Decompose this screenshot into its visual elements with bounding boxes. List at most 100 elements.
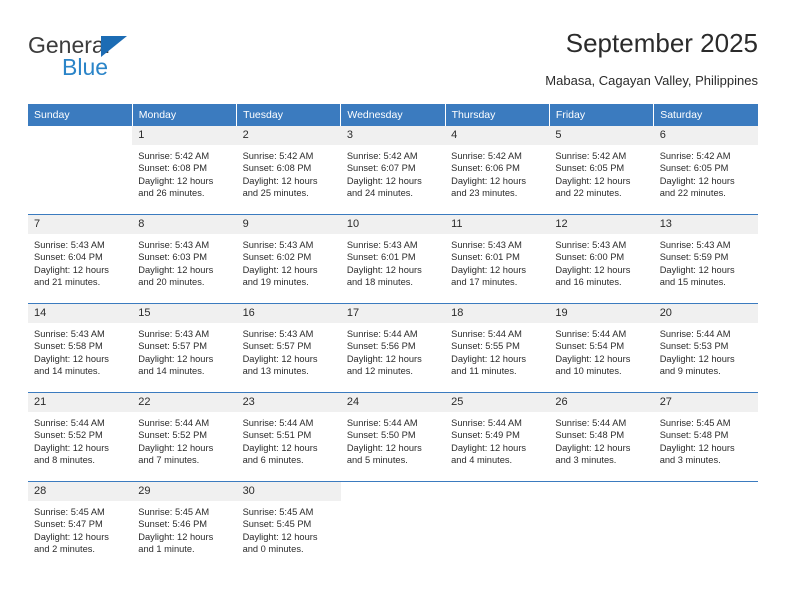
calendar-day-cell[interactable]: 25 Sunrise: 5:44 AM Sunset: 5:49 PM Dayligh… xyxy=(445,392,550,482)
daylight-line-1: Daylight: 12 hours xyxy=(242,175,318,186)
calendar-day-cell[interactable]: 1 Sunrise: 5:42 AM Sunset: 6:08 PM Daylight… xyxy=(132,125,237,215)
daylight-line-1: Daylight: 12 hours xyxy=(659,353,735,364)
calendar-day-cell[interactable]: 8 Sunrise: 5:43 AM Sunset: 6:03 PM Daylight… xyxy=(132,214,237,304)
calendar-day-cell[interactable]: 4 Sunrise: 5:42 AM Sunset: 6:06 PM Daylight… xyxy=(445,125,550,215)
sunrise-line: Sunrise: 5:44 AM xyxy=(34,418,105,428)
daylight-line-2: and 24 minutes. xyxy=(346,188,413,199)
sunrise-line: Sunrise: 5:42 AM xyxy=(451,151,522,161)
calendar-day-cell[interactable]: 27 Sunrise: 5:45 AM Sunset: 5:48 PM Dayligh… xyxy=(653,392,758,482)
calendar-day-cell xyxy=(28,125,133,215)
day-number: 17 xyxy=(340,304,446,323)
calendar-day-cell[interactable]: 22 Sunrise: 5:44 AM Sunset: 5:52 PM Dayligh… xyxy=(132,392,237,482)
sunset-line: Sunset: 6:05 PM xyxy=(555,163,625,174)
sunset-line: Sunset: 5:57 PM xyxy=(242,341,312,352)
calendar-day-cell[interactable]: 23 Sunrise: 5:44 AM Sunset: 5:51 PM Dayligh… xyxy=(236,392,341,482)
calendar-day-cell[interactable]: 24 Sunrise: 5:44 AM Sunset: 5:50 PM Dayligh… xyxy=(340,392,446,482)
sunrise-line: Sunrise: 5:42 AM xyxy=(346,151,418,161)
daylight-line-1: Daylight: 12 hours xyxy=(346,175,422,186)
calendar-day-cell[interactable]: 3 Sunrise: 5:42 AM Sunset: 6:07 PM Daylight… xyxy=(340,125,446,215)
daylight-line-2: and 5 minutes. xyxy=(346,455,408,466)
calendar-day-cell[interactable]: 28 Sunrise: 5:45 AM Sunset: 5:47 PM Dayligh… xyxy=(28,481,133,570)
calendar-day-cell[interactable]: 20 Sunrise: 5:44 AM Sunset: 5:53 PM Dayligh… xyxy=(653,303,758,393)
calendar-day-cell[interactable]: 29 Sunrise: 5:45 AM Sunset: 5:46 PM Dayligh… xyxy=(132,481,237,570)
day-cell-content: 27 Sunrise: 5:45 AM Sunset: 5:48 PM Dayligh… xyxy=(653,393,758,481)
sunset-line: Sunset: 5:58 PM xyxy=(34,341,103,352)
daylight-line-2: and 1 minute. xyxy=(138,544,195,555)
day-number: 16 xyxy=(236,304,341,323)
day-cell-content: 26 Sunrise: 5:44 AM Sunset: 5:48 PM Dayligh… xyxy=(549,393,654,481)
calendar-day-cell[interactable]: 26 Sunrise: 5:44 AM Sunset: 5:48 PM Dayligh… xyxy=(549,392,654,482)
day-cell-content: 3 Sunrise: 5:42 AM Sunset: 6:07 PM Daylight… xyxy=(340,126,446,214)
calendar-day-cell[interactable]: 21 Sunrise: 5:44 AM Sunset: 5:52 PM Dayligh… xyxy=(28,392,133,482)
calendar-day-cell[interactable]: 30 Sunrise: 5:45 AM Sunset: 5:45 PM Dayligh… xyxy=(236,481,341,570)
sunrise-line: Sunrise: 5:44 AM xyxy=(555,418,627,428)
daylight-line-2: and 8 minutes. xyxy=(34,455,95,466)
daylight-line-2: and 25 minutes. xyxy=(242,188,309,199)
daylight-line-2: and 19 minutes. xyxy=(242,277,309,288)
calendar-day-cell[interactable]: 10 Sunrise: 5:43 AM Sunset: 6:01 PM Dayligh… xyxy=(340,214,446,304)
sunset-line: Sunset: 6:01 PM xyxy=(346,252,416,263)
daylight-line-2: and 3 minutes. xyxy=(659,455,721,466)
sunrise-line: Sunrise: 5:42 AM xyxy=(242,151,314,161)
day-cell-content xyxy=(549,482,653,570)
calendar-day-cell[interactable]: 19 Sunrise: 5:44 AM Sunset: 5:54 PM Dayligh… xyxy=(549,303,654,393)
weekday-header-tuesday: Tuesday xyxy=(236,104,342,126)
calendar-day-cell[interactable]: 16 Sunrise: 5:43 AM Sunset: 5:57 PM Dayligh… xyxy=(236,303,341,393)
day-details: Sunrise: 5:43 AM Sunset: 6:01 PM Daylight:… xyxy=(445,234,549,289)
sunrise-line: Sunrise: 5:44 AM xyxy=(451,418,522,428)
day-number: 3 xyxy=(340,126,446,145)
weekday-header-monday: Monday xyxy=(132,104,238,126)
day-cell-content: 22 Sunrise: 5:44 AM Sunset: 5:52 PM Dayligh… xyxy=(132,393,237,481)
sunrise-line: Sunrise: 5:43 AM xyxy=(555,240,627,250)
sunrise-line: Sunrise: 5:45 AM xyxy=(138,507,210,517)
calendar-day-cell[interactable]: 14 Sunrise: 5:43 AM Sunset: 5:58 PM Dayligh… xyxy=(28,303,133,393)
day-number: 29 xyxy=(132,482,237,501)
day-details: Sunrise: 5:42 AM Sunset: 6:06 PM Daylight:… xyxy=(445,145,549,200)
calendar-day-cell[interactable]: 9 Sunrise: 5:43 AM Sunset: 6:02 PM Daylight… xyxy=(236,214,341,304)
sunset-line: Sunset: 5:47 PM xyxy=(34,519,103,530)
daylight-line-2: and 3 minutes. xyxy=(555,455,617,466)
general-blue-logo[interactable]: General Blue xyxy=(28,32,148,82)
day-number: 26 xyxy=(549,393,654,412)
sunset-line: Sunset: 6:06 PM xyxy=(451,163,520,174)
day-cell-content: 11 Sunrise: 5:43 AM Sunset: 6:01 PM Dayligh… xyxy=(445,215,550,303)
daylight-line-1: Daylight: 12 hours xyxy=(138,175,214,186)
day-number: 11 xyxy=(445,215,550,234)
daylight-line-2: and 2 minutes. xyxy=(34,544,95,555)
day-number: 10 xyxy=(340,215,446,234)
calendar-week-row: 28 Sunrise: 5:45 AM Sunset: 5:47 PM Dayligh… xyxy=(28,481,758,570)
sunrise-line: Sunrise: 5:43 AM xyxy=(34,329,105,339)
daylight-line-1: Daylight: 12 hours xyxy=(34,442,109,453)
calendar-day-cell[interactable]: 7 Sunrise: 5:43 AM Sunset: 6:04 PM Daylight… xyxy=(28,214,133,304)
sunset-line: Sunset: 6:05 PM xyxy=(659,163,729,174)
calendar-day-cell[interactable]: 11 Sunrise: 5:43 AM Sunset: 6:01 PM Dayligh… xyxy=(445,214,550,304)
calendar-day-cell[interactable]: 2 Sunrise: 5:42 AM Sunset: 6:08 PM Daylight… xyxy=(236,125,341,215)
calendar-day-cell[interactable]: 17 Sunrise: 5:44 AM Sunset: 5:56 PM Dayligh… xyxy=(340,303,446,393)
day-number: 8 xyxy=(132,215,237,234)
daylight-line-1: Daylight: 12 hours xyxy=(346,264,422,275)
day-number xyxy=(654,482,758,501)
calendar-day-cell[interactable]: 15 Sunrise: 5:43 AM Sunset: 5:57 PM Dayligh… xyxy=(132,303,237,393)
calendar-day-cell[interactable]: 5 Sunrise: 5:42 AM Sunset: 6:05 PM Daylight… xyxy=(549,125,654,215)
sunrise-line: Sunrise: 5:44 AM xyxy=(138,418,210,428)
day-number: 6 xyxy=(653,126,758,145)
day-details: Sunrise: 5:42 AM Sunset: 6:05 PM Daylight:… xyxy=(549,145,653,200)
sunrise-line: Sunrise: 5:44 AM xyxy=(555,329,627,339)
daylight-line-1: Daylight: 12 hours xyxy=(138,264,214,275)
sunset-line: Sunset: 5:49 PM xyxy=(451,430,520,441)
daylight-line-2: and 4 minutes. xyxy=(451,455,513,466)
sunset-line: Sunset: 5:57 PM xyxy=(138,341,208,352)
day-cell-content xyxy=(654,482,758,570)
day-cell-content: 12 Sunrise: 5:43 AM Sunset: 6:00 PM Dayligh… xyxy=(549,215,654,303)
sunset-line: Sunset: 6:00 PM xyxy=(555,252,625,263)
calendar-day-cell[interactable]: 13 Sunrise: 5:43 AM Sunset: 5:59 PM Dayligh… xyxy=(653,214,758,304)
day-cell-content: 14 Sunrise: 5:43 AM Sunset: 5:58 PM Dayligh… xyxy=(28,304,133,392)
calendar-day-cell[interactable]: 12 Sunrise: 5:43 AM Sunset: 6:00 PM Dayligh… xyxy=(549,214,654,304)
day-details: Sunrise: 5:45 AM Sunset: 5:48 PM Daylight:… xyxy=(654,412,758,467)
daylight-line-2: and 10 minutes. xyxy=(555,366,622,377)
day-cell-content: 8 Sunrise: 5:43 AM Sunset: 6:03 PM Daylight… xyxy=(132,215,237,303)
daylight-line-2: and 17 minutes. xyxy=(451,277,518,288)
day-cell-content: 23 Sunrise: 5:44 AM Sunset: 5:51 PM Dayligh… xyxy=(236,393,341,481)
calendar-day-cell[interactable]: 6 Sunrise: 5:42 AM Sunset: 6:05 PM Daylight… xyxy=(653,125,758,215)
calendar-day-cell[interactable]: 18 Sunrise: 5:44 AM Sunset: 5:55 PM Dayligh… xyxy=(445,303,550,393)
